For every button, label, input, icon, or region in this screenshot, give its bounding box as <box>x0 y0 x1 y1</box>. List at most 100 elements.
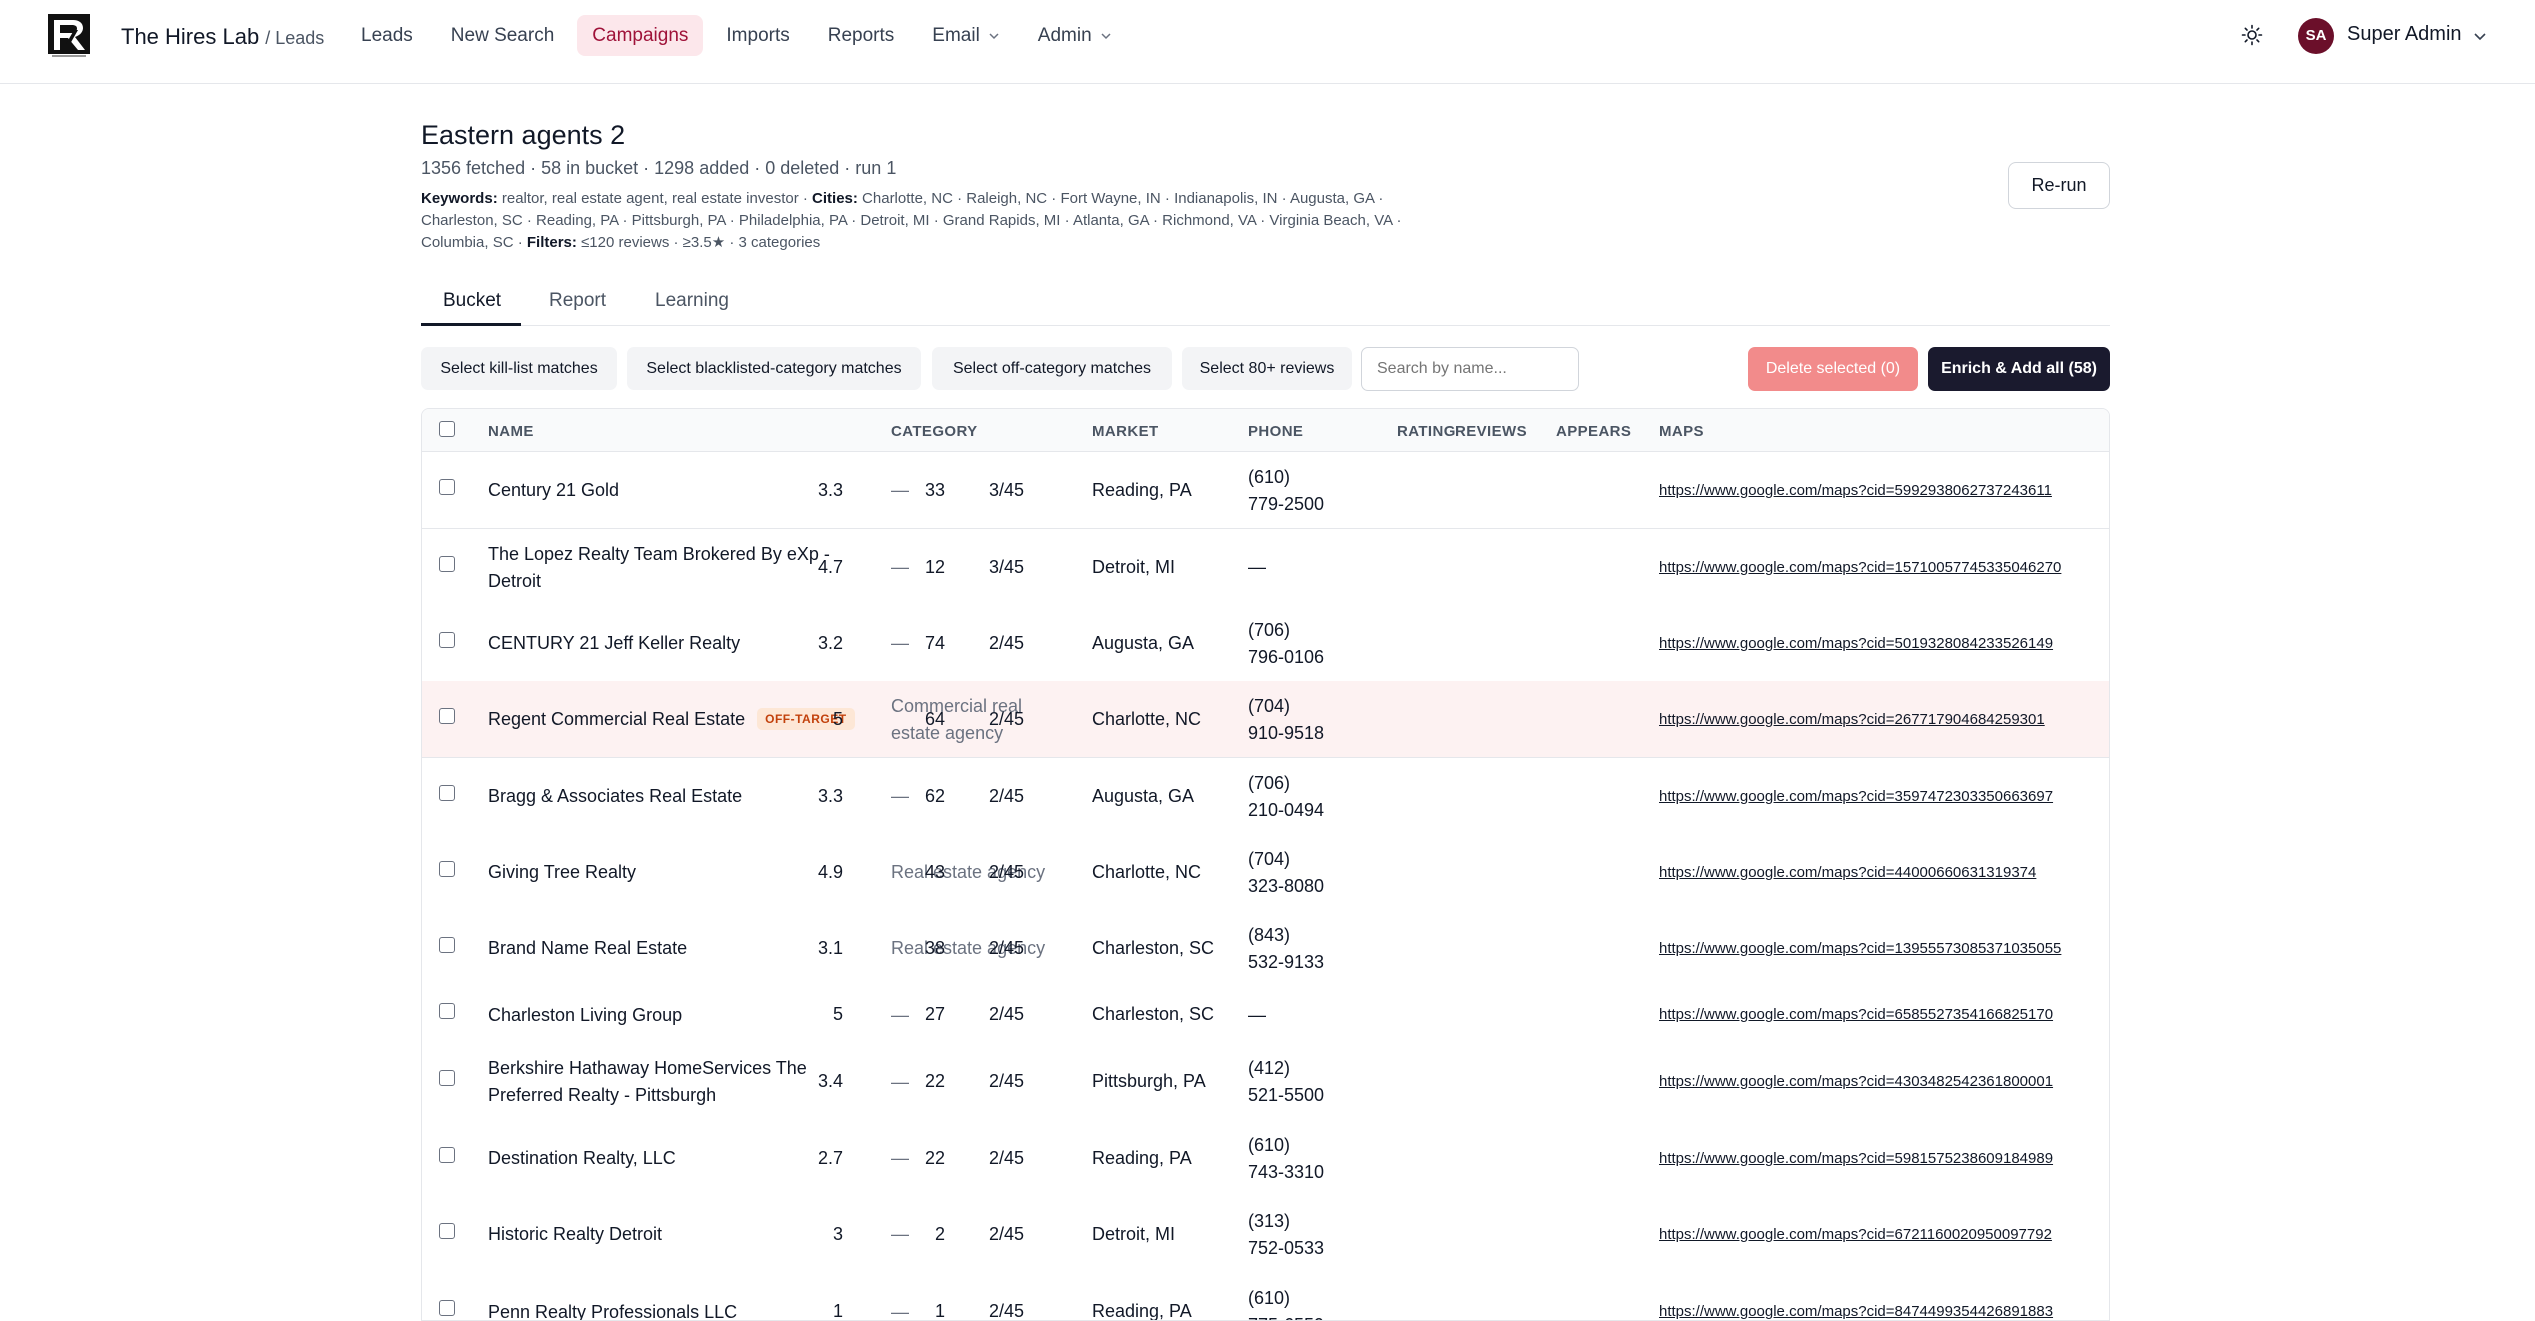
lead-name-line: Preferred Realty - Pittsburgh <box>488 1085 717 1105</box>
maps-link[interactable]: https://www.google.com/maps?cid=13955573… <box>1659 940 2061 957</box>
select-80-reviews-button[interactable]: Select 80+ reviews <box>1182 347 1352 390</box>
header-category[interactable]: CATEGORY <box>891 423 978 440</box>
lead-name[interactable]: Destination Realty, LLC <box>488 1145 676 1172</box>
delete-selected-button[interactable]: Delete selected (0) <box>1748 347 1918 391</box>
header-phone[interactable]: PHONE <box>1248 423 1303 440</box>
brand-name[interactable]: The Hires Lab / Leads <box>121 24 324 50</box>
theme-toggle-sun-icon[interactable] <box>2241 24 2263 46</box>
table-row[interactable]: Bragg & Associates Real Estate — Augusta, … <box>422 758 2109 835</box>
maps-link[interactable]: https://www.google.com/maps?cid=35974723… <box>1659 788 2053 805</box>
table-row[interactable]: Penn Realty Professionals LLC — Reading, P… <box>422 1272 2109 1321</box>
header-maps[interactable]: MAPS <box>1659 423 1704 440</box>
lead-name[interactable]: Historic Realty Detroit <box>488 1221 662 1248</box>
lead-name[interactable]: Penn Realty Professionals LLC <box>488 1299 737 1321</box>
appears-value: 2/45 <box>988 632 1024 653</box>
lead-rating: 3.3 <box>818 786 843 807</box>
nav-new-search[interactable]: New Search <box>436 15 570 56</box>
enrich-add-all-button[interactable]: Enrich & Add all (58) <box>1928 347 2110 391</box>
brand-logo-icon[interactable] <box>48 14 90 58</box>
maps-link[interactable]: https://www.google.com/maps?cid=65855273… <box>1659 1006 2053 1023</box>
row-checkbox[interactable] <box>439 1146 455 1163</box>
lead-name[interactable]: Century 21 Gold <box>488 477 619 504</box>
maps-link[interactable]: https://www.google.com/maps?cid=50193280… <box>1659 635 2053 652</box>
maps-link[interactable]: https://www.google.com/maps?cid=44000660… <box>1659 864 2036 881</box>
lead-name[interactable]: Charleston Living Group <box>488 1002 682 1029</box>
lead-appears: 3/45 <box>989 480 1024 501</box>
table-row[interactable]: CENTURY 21 Jeff Keller Realty — Augusta, G… <box>422 605 2109 682</box>
nav-admin-dropdown[interactable]: Admin <box>1023 15 1127 56</box>
row-checkbox[interactable] <box>439 1300 455 1316</box>
lead-phone: (843) 532-9133 <box>1248 922 1324 976</box>
row-checkbox[interactable] <box>439 1222 455 1239</box>
maps-link[interactable]: https://www.google.com/maps?cid=26771790… <box>1659 711 2045 728</box>
maps-link[interactable]: https://www.google.com/maps?cid=67211600… <box>1659 1226 2052 1243</box>
lead-rating: 5 <box>833 709 843 730</box>
maps-link[interactable]: https://www.google.com/maps?cid=59815752… <box>1659 1150 2053 1167</box>
select-blacklisted-button[interactable]: Select blacklisted-category matches <box>627 347 921 390</box>
maps-link[interactable]: https://www.google.com/maps?cid=84744993… <box>1659 1303 2053 1320</box>
table-row[interactable]: Charleston Living Group — Charleston, SC — 5… <box>422 986 2109 1044</box>
lead-name[interactable]: CENTURY 21 Jeff Keller Realty <box>488 630 740 657</box>
header-market[interactable]: MARKET <box>1092 423 1159 440</box>
lead-name[interactable]: Giving Tree Realty <box>488 859 636 886</box>
nav-leads[interactable]: Leads <box>346 15 428 56</box>
lead-name[interactable]: The Lopez Realty Team Brokered By eXp - D… <box>488 541 830 595</box>
nav-campaigns[interactable]: Campaigns <box>577 15 704 56</box>
row-checkbox[interactable] <box>439 1003 455 1019</box>
maps-link[interactable]: https://www.google.com/maps?cid=43034825… <box>1659 1073 2053 1090</box>
lead-name[interactable]: Bragg & Associates Real Estate <box>488 783 742 810</box>
row-checkbox[interactable] <box>439 631 455 648</box>
avatar[interactable]: SA <box>2298 18 2334 54</box>
user-name[interactable]: Super Admin <box>2347 23 2462 46</box>
table-row[interactable]: Century 21 Gold — Reading, PA (610) 779-2500… <box>422 452 2109 529</box>
header-reviews[interactable]: REVIEWS <box>1455 423 1527 440</box>
maps-url: https://www.google.com/maps?cid=65855273… <box>1659 1006 2054 1023</box>
select-off-category-button[interactable]: Select off-category matches <box>932 347 1172 390</box>
reviews-value: 38 <box>924 937 945 958</box>
rating-value: 3.3 <box>817 785 843 806</box>
search-input[interactable] <box>1361 347 1579 391</box>
lead-name[interactable]: Regent Commercial Real Estate OFF-TARGET <box>488 706 855 733</box>
row-checkbox[interactable] <box>439 936 455 953</box>
header-rating[interactable]: RATING <box>1397 423 1456 440</box>
reviews-value: 62 <box>924 785 945 806</box>
row-checkbox[interactable] <box>439 707 455 724</box>
lead-name[interactable]: Brand Name Real Estate <box>488 935 687 962</box>
row-checkbox[interactable] <box>439 478 455 495</box>
lead-appears: 2/45 <box>989 709 1024 730</box>
table-row[interactable]: Historic Realty Detroit — Detroit, MI (313)… <box>422 1196 2109 1273</box>
chevron-down-icon[interactable] <box>2473 29 2487 43</box>
table-row[interactable]: Regent Commercial Real Estate OFF-TARGET C… <box>422 681 2109 758</box>
nav-imports[interactable]: Imports <box>711 15 804 56</box>
select-kill-list-button[interactable]: Select kill-list matches <box>421 347 617 390</box>
select-all-checkbox[interactable] <box>439 421 455 437</box>
tab-bucket[interactable]: Bucket <box>443 290 501 312</box>
table-row[interactable]: Berkshire Hathaway HomeServices The Prefe… <box>422 1043 2109 1121</box>
maps-url: https://www.google.com/maps?cid=15710057… <box>1659 558 2062 576</box>
header-appears[interactable]: APPEARS <box>1556 423 1631 440</box>
table-row[interactable]: Brand Name Real Estate Real estate agency… <box>422 910 2109 987</box>
row-checkbox[interactable] <box>439 1070 455 1086</box>
table-row[interactable]: Giving Tree Realty Real estate agency Char… <box>422 834 2109 911</box>
phone-line: 910-9518 <box>1248 722 1325 743</box>
row-checkbox[interactable] <box>439 860 455 877</box>
header-name[interactable]: NAME <box>488 423 534 440</box>
cities-label: Cities: <box>812 190 858 207</box>
table-row[interactable]: The Lopez Realty Team Brokered By eXp - D… <box>422 529 2109 606</box>
row-checkbox[interactable] <box>439 784 455 801</box>
tab-learning[interactable]: Learning <box>655 290 729 312</box>
table-row[interactable]: Destination Realty, LLC — Reading, PA (610)… <box>422 1120 2109 1197</box>
lead-rating: 3 <box>833 1224 843 1245</box>
maps-link[interactable]: https://www.google.com/maps?cid=15710057… <box>1659 559 2061 576</box>
nav-reports[interactable]: Reports <box>813 15 910 56</box>
lead-market: Charlotte, NC <box>1092 709 1201 730</box>
lead-name[interactable]: Berkshire Hathaway HomeServices The Prefe… <box>488 1055 807 1109</box>
row-checkbox[interactable] <box>439 555 455 572</box>
category-line: — <box>891 633 909 653</box>
rerun-button[interactable]: Re-run <box>2008 162 2110 209</box>
maps-link[interactable]: https://www.google.com/maps?cid=59929380… <box>1659 482 2052 499</box>
lead-market: Detroit, MI <box>1092 1224 1175 1245</box>
market-value: Reading, PA <box>1092 479 1192 500</box>
nav-email-dropdown[interactable]: Email <box>917 15 1015 56</box>
tab-report[interactable]: Report <box>549 290 606 312</box>
